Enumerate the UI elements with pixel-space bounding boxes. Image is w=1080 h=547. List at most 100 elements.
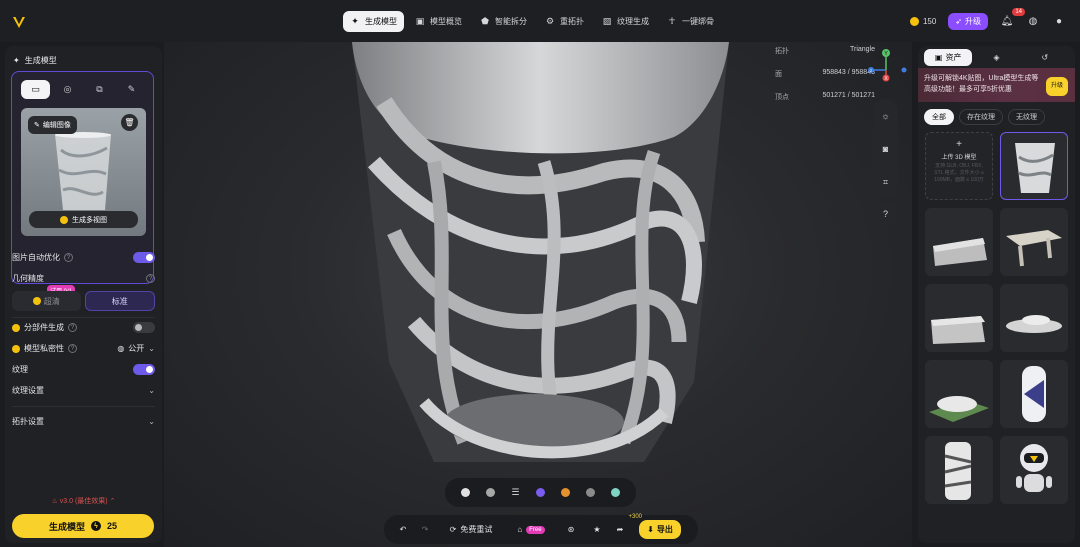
asset-thumbnail[interactable] [925, 208, 993, 276]
gift-button[interactable]: ⌂ Free [506, 515, 556, 544]
help-icon[interactable]: ? [68, 323, 77, 332]
edit-image-button[interactable]: ✎ 编辑图像 [28, 116, 77, 134]
privacy-label: 模型私密性 [24, 344, 64, 353]
robot-thumbnail [1016, 444, 1052, 492]
favorite-button[interactable]: ★ [586, 515, 608, 544]
asset-thumbnail[interactable] [1000, 284, 1068, 352]
tab-smart-split[interactable]: ⬟ 智能拆分 [473, 11, 534, 32]
globe-icon: ◍ [117, 344, 125, 353]
mesh-stats: 拓扑 Triangle 面 958843 / 958843 顶点 501271 / 5… [775, 46, 875, 115]
generate-model-button[interactable]: 生成模型 ϟ 25 [12, 514, 154, 538]
auto-optimize-toggle[interactable] [133, 252, 155, 263]
rig-icon: ☥ [668, 16, 676, 26]
help-button[interactable]: ? [873, 201, 898, 226]
vehicle-thumbnail [1006, 315, 1062, 333]
sketch-mode-tab[interactable]: ✎ [117, 80, 146, 99]
material-gray[interactable] [585, 488, 595, 497]
upload-3d-model[interactable]: + 上传 3D 模型 支持 GLB, OBJ, FBX, STL 格式，文件大小… [925, 132, 993, 200]
asset-thumbnail[interactable] [925, 360, 993, 428]
export-button[interactable]: ⬇ 导出 [639, 520, 681, 539]
help-label: ? [882, 208, 888, 219]
light-icon[interactable]: ☼ [881, 111, 889, 121]
part-gen-toggle[interactable] [133, 322, 155, 333]
free-retry-button[interactable]: ⟳ 免费重试 [436, 515, 506, 544]
asset-tabs: ▣ 资产 ◈ ↺ [924, 49, 1069, 66]
model-version-select[interactable]: ♨ v3.0 (最佳效果) ⌃ [5, 496, 162, 506]
geometry-precision-row: 几何精度 ? [12, 273, 155, 284]
texture-icon: ▨ [602, 16, 612, 26]
material-teal[interactable] [610, 488, 620, 497]
asset-thumbnail[interactable] [1000, 360, 1068, 428]
redo-button[interactable]: ↷ [414, 515, 436, 544]
texture-toggle[interactable] [133, 364, 155, 375]
tab-texture-gen[interactable]: ▨ 纹理生成 [595, 11, 656, 32]
asset-thumbnail[interactable] [1000, 208, 1068, 276]
coin-icon [32, 297, 41, 305]
material-orange[interactable] [560, 488, 570, 497]
gallery-mode-tab[interactable]: ⧉ [85, 80, 114, 99]
notifications-button[interactable]: 🔔︎ 14 [1000, 8, 1025, 28]
promo-upgrade-button[interactable]: 升级 [1045, 77, 1068, 96]
option-label: 超清 [43, 296, 60, 306]
asset-thumbnail[interactable] [925, 284, 993, 352]
asset-thumbnail[interactable] [1000, 132, 1068, 200]
forward-button[interactable]: ➦ +300 [608, 514, 642, 544]
generate-multiview-button[interactable]: 生成多视图 [29, 211, 138, 228]
input-image-preview[interactable]: ✎ 编辑图像 🗑︎ 生成多视图 [21, 108, 146, 236]
texture-settings-row[interactable]: 纹理设置 ⌄ [12, 385, 155, 396]
tab-layers[interactable]: ◈ [972, 49, 1020, 66]
filter-all[interactable]: 全部 [924, 109, 954, 125]
precision-option-ultra[interactable]: 超清 [12, 291, 81, 311]
tab-retopology[interactable]: ⚙ 重拓扑 [538, 11, 591, 32]
upload-title: 上传 3D 模型 [941, 155, 977, 161]
app-logo-icon[interactable] [12, 15, 26, 29]
share-button[interactable]: ⊛ [556, 515, 586, 544]
filter-untextured[interactable]: 无纹理 [1008, 109, 1045, 125]
asset-thumbnail[interactable] [925, 436, 993, 504]
tab-auto-rig[interactable]: ☥ 一键绑骨 [660, 11, 721, 32]
panel-title: 生成模型 [24, 56, 57, 65]
undo-icon: ↶ [399, 525, 407, 534]
asset-grid: + 上传 3D 模型 支持 GLB, OBJ, FBX, STL 格式，文件大小… [925, 132, 1068, 504]
coin-icon [12, 323, 20, 332]
retry-icon: ⟳ [449, 525, 457, 534]
chevron-down-icon: ⌄ [148, 417, 155, 426]
3d-viewport[interactable]: 拓扑 Triangle 面 958843 / 958843 顶点 501271 / 5… [164, 42, 912, 547]
tab-generate-model[interactable]: ✦ 生成模型 [343, 11, 404, 32]
topology-settings-row[interactable]: 拓扑设置 ⌄ [12, 416, 155, 427]
action-bar: ↶ ↷ ⟳ 免费重试 ⌂ Free ⊛ ★ ➦ +300 ⬇ 导出 [384, 514, 698, 544]
camera-icon[interactable]: ◙ [883, 144, 888, 154]
upgrade-button[interactable]: ➶ 升级 [948, 12, 988, 30]
sculpture-thumbnail [944, 442, 972, 500]
delete-image-button[interactable]: 🗑︎ [121, 114, 138, 131]
help-icon[interactable]: ? [146, 274, 155, 283]
filter-textured[interactable]: 存在纹理 [959, 109, 1003, 125]
star-icon: ★ [593, 525, 601, 534]
stat-row: 拓扑 Triangle [775, 46, 875, 56]
privacy-select[interactable]: ◍ 公开 ⌄ [117, 343, 155, 354]
edit-image-label: 编辑图像 [42, 122, 71, 129]
trash-icon: 🗑︎ [124, 118, 135, 127]
asset-thumbnail[interactable] [1000, 436, 1068, 504]
undo-button[interactable]: ↶ [392, 515, 414, 544]
material-metal[interactable] [486, 488, 496, 497]
version-label: v3.0 (最佳效果) [59, 498, 108, 505]
material-bar: ☰ [445, 478, 636, 507]
tab-history[interactable]: ↺ [1021, 49, 1069, 66]
precision-option-standard[interactable]: 标准 [84, 291, 155, 311]
image-mode-tab[interactable]: ▭ [21, 80, 50, 99]
sliders-icon[interactable]: ☰ [511, 487, 519, 498]
axis-gizmo[interactable]: Y X Z [868, 48, 908, 88]
grid-icon[interactable]: ⌗ [883, 177, 888, 188]
tab-assets[interactable]: ▣ 资产 [924, 49, 973, 66]
material-purple[interactable] [535, 488, 545, 497]
language-button[interactable]: ◍ [1026, 14, 1040, 28]
user-icon: ● [1055, 15, 1063, 27]
tab-model-overview[interactable]: ▣ 模型概览 [408, 11, 469, 32]
account-button[interactable]: ● [1052, 14, 1066, 28]
help-icon[interactable]: ? [68, 344, 77, 353]
credits[interactable]: 150 [909, 16, 936, 26]
multi-image-mode-tab[interactable]: ◎ [53, 80, 82, 99]
help-icon[interactable]: ? [64, 253, 73, 262]
material-clay[interactable] [461, 488, 471, 497]
